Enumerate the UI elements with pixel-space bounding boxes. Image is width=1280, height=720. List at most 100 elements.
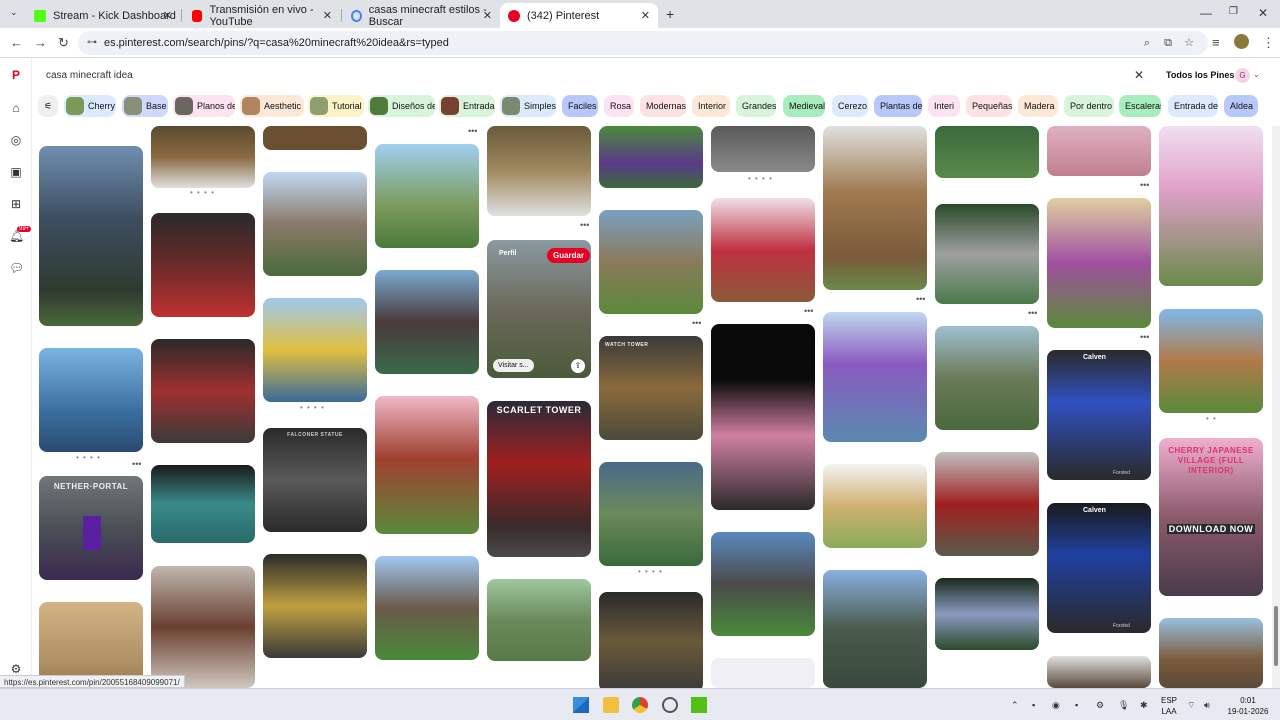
chip-interior[interactable]: Interior — [692, 95, 730, 117]
chip-tutorial[interactable]: Tutorial — [308, 95, 364, 117]
more-options-icon[interactable]: ••• — [132, 459, 141, 469]
pin-stone-castle-hovered[interactable]: Perfil Guardar Visitar s... ⇪ — [487, 240, 591, 378]
pin-archer-statue[interactable] — [599, 592, 703, 688]
pin-ruins[interactable] — [1047, 656, 1151, 688]
minimize-icon[interactable]: — — [1200, 6, 1212, 20]
pin-green-garden[interactable] — [935, 126, 1039, 178]
close-icon[interactable]: ✕ — [323, 9, 332, 22]
pin-dragon[interactable] — [375, 270, 479, 374]
user-avatar[interactable]: G — [1235, 68, 1250, 83]
language-indicator[interactable]: ESP LAA — [1157, 695, 1181, 717]
close-icon[interactable]: ✕ — [483, 9, 492, 22]
bluetooth-icon[interactable]: ✱ — [1140, 700, 1148, 711]
pin-pink-cherry[interactable] — [1047, 126, 1151, 176]
system-clock[interactable]: 0:01 19-01-2026 — [1218, 695, 1278, 717]
chip-simples[interactable]: Simples — [500, 95, 556, 117]
pin-sunny-ship[interactable] — [263, 298, 367, 402]
pin-knight-statue[interactable] — [711, 532, 815, 636]
create-icon[interactable]: ⊞ — [9, 197, 23, 211]
chip-cherry[interactable]: Cherry — [64, 95, 116, 117]
zoom-icon[interactable]: ⌕ — [1144, 31, 1150, 55]
pin-red-tree[interactable] — [935, 452, 1039, 556]
pin-circular-garden[interactable] — [823, 464, 927, 548]
pin-portal-grass[interactable] — [599, 126, 703, 188]
pin-windmill[interactable] — [823, 126, 927, 290]
pin-cherry-village[interactable]: CHERRY JAPANESE VILLAGE (FULL INTERIOR) … — [1159, 438, 1263, 596]
profile-avatar[interactable] — [1234, 34, 1249, 49]
chip-base[interactable]: Base — [122, 95, 168, 117]
bookmark-star-icon[interactable]: ☆ — [1184, 31, 1194, 55]
pin-falconer-statue[interactable]: FALCONER STATUE — [263, 428, 367, 532]
pin-mushroom-garden[interactable] — [1047, 198, 1151, 328]
tab-kick[interactable]: Stream - Kick Dashboard ✕ — [26, 3, 180, 28]
more-options-icon[interactable]: ••• — [916, 294, 925, 304]
chip-disenos[interactable]: Diseños de — [368, 95, 435, 117]
minecraft-icon[interactable] — [691, 697, 707, 713]
chip-aldea[interactable]: Aldea — [1224, 95, 1258, 117]
chip-rosa[interactable]: Rosa — [604, 95, 634, 117]
chip-cerezo[interactable]: Cerezo — [832, 95, 868, 117]
window-close-icon[interactable]: ✕ — [1258, 6, 1268, 20]
pin-night-garden[interactable] — [935, 578, 1039, 650]
more-options-icon[interactable]: ••• — [1028, 308, 1037, 318]
chip-grandes[interactable]: Grandes — [736, 95, 776, 117]
pin-red-interior[interactable] — [151, 213, 255, 317]
pin-statue-lake[interactable] — [39, 348, 143, 452]
windows-start-icon[interactable] — [573, 697, 589, 713]
chip-por-dentro[interactable]: Por dentro — [1064, 95, 1114, 117]
chip-madera[interactable]: Madera — [1018, 95, 1058, 117]
chip-modernas[interactable]: Modernas — [640, 95, 686, 117]
pin-waterfall-stairs[interactable] — [935, 204, 1039, 304]
chip-planos[interactable]: Planos de — [173, 95, 235, 117]
media-icon[interactable]: ≡ — [1212, 35, 1220, 50]
account-chevron-icon[interactable]: ⌄ — [1253, 70, 1260, 79]
reload-icon[interactable]: ↻ — [58, 35, 69, 51]
boards-icon[interactable]: ▣ — [9, 165, 23, 179]
chrome-icon[interactable] — [632, 697, 648, 713]
pin-blue-tree[interactable]: Calven Forsted — [1047, 350, 1151, 480]
restore-icon[interactable]: ❐ — [1229, 6, 1238, 17]
close-icon[interactable]: ✕ — [641, 9, 650, 22]
forward-icon[interactable]: → — [34, 35, 47, 50]
pin-cherry-blossom[interactable] — [1159, 126, 1263, 286]
pinterest-logo-icon[interactable]: P — [9, 68, 23, 82]
cast-icon[interactable]: ⧉ — [1164, 31, 1172, 55]
volume-icon[interactable]: 🔊︎ — [1204, 700, 1210, 711]
address-bar[interactable]: ⊶ es.pinterest.com/search/pins/?q=casa%2… — [78, 31, 1208, 55]
close-icon[interactable]: ✕ — [163, 9, 172, 22]
tab-search-icon[interactable]: ⌄ — [10, 7, 18, 18]
chip-entrada[interactable]: Entrada — [439, 95, 495, 117]
file-explorer-icon[interactable] — [603, 697, 619, 713]
more-options-icon[interactable]: ••• — [580, 220, 589, 230]
more-options-icon[interactable]: ••• — [804, 306, 813, 316]
search-input[interactable]: casa minecraft idea — [38, 66, 1154, 86]
pin-red-dragon-temple[interactable] — [711, 198, 815, 302]
chip-faciles[interactable]: Faciles — [562, 95, 598, 117]
settings-gear-icon[interactable]: ⚙ — [9, 662, 23, 676]
tray-app-icon[interactable]: ▪ — [1032, 700, 1035, 710]
tray-settings-icon[interactable]: ⚙ — [1096, 700, 1104, 711]
pin-rainbow-bridge[interactable] — [599, 462, 703, 566]
pin-blue-tree-2[interactable]: Calven Forsted — [1047, 503, 1151, 633]
more-options-icon[interactable]: ••• — [1140, 332, 1149, 342]
filter-sliders-icon[interactable]: ⚟ — [38, 95, 58, 117]
pin-purple-crystal[interactable] — [823, 312, 927, 442]
explore-icon[interactable]: ◎ — [9, 133, 23, 147]
chip-entrada-de[interactable]: Entrada de — [1168, 95, 1218, 117]
pin-nether-portal[interactable]: NETHER·PORTAL — [39, 476, 143, 580]
pin-wood-top[interactable] — [263, 126, 367, 150]
clear-search-icon[interactable]: ✕ — [1134, 68, 1144, 82]
pin-cherry-archway[interactable] — [711, 324, 815, 510]
pin-filter-dropdown[interactable]: Todos los Pines ⌄ — [1166, 70, 1244, 81]
pin-gold-fountain[interactable] — [263, 554, 367, 658]
menu-kebab-icon[interactable]: ⋮ — [1262, 35, 1275, 51]
chip-escaleras[interactable]: Escaleras — [1119, 95, 1161, 117]
pin-grey-statue[interactable] — [711, 126, 815, 172]
obs-icon[interactable] — [662, 697, 678, 713]
pin-scarlet-tower[interactable]: SCARLET TOWER — [487, 401, 591, 557]
site-info-icon[interactable]: ⊶ — [87, 31, 97, 55]
pin-green-roof-house[interactable] — [599, 210, 703, 314]
visit-site-button[interactable]: Visitar s... — [493, 359, 534, 372]
messages-icon[interactable]: 💬︎ — [9, 261, 24, 275]
pin-red-ship[interactable] — [151, 339, 255, 443]
